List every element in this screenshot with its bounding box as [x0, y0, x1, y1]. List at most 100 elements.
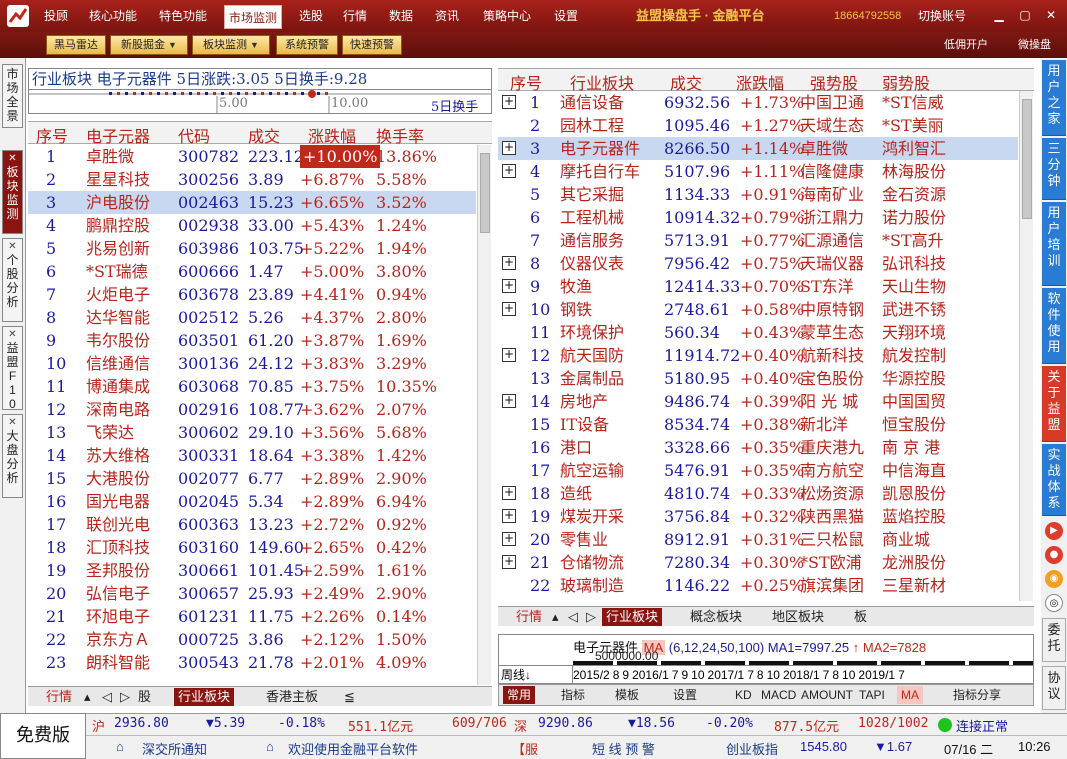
tab-user-home[interactable]: 用 户 之 家 — [1042, 60, 1066, 136]
kline-panel[interactable]: 电子元器件 MA (6,12,24,50,100) MA1=7997.25 ↑ … — [498, 634, 1034, 684]
table-row[interactable]: +8 仪器仪表 7956.42 +0.75% 天瑞仪器 弘讯科技 — [498, 252, 1018, 275]
col-change[interactable]: 涨跌幅 — [308, 123, 356, 147]
tool-template[interactable]: 模板 — [611, 686, 643, 704]
table-row[interactable]: +20 零售业 8912.91 +0.31% 三只松鼠 商业城 — [498, 528, 1018, 551]
table-row[interactable]: 16 国光电器 002045 5.34 +2.89% 6.94% — [28, 490, 476, 513]
notice-link[interactable]: 深交所通知 — [142, 739, 207, 758]
table-row[interactable]: 17 联创光电 600363 13.23 +2.72% 0.92% — [28, 513, 476, 536]
table-row[interactable]: 13 飞荣达 300602 29.10 +3.56% 5.68% — [28, 421, 476, 444]
table-row[interactable]: 5 其它采掘 1134.33 +0.91% 海南矿业 金石资源 — [498, 183, 1018, 206]
table-row[interactable]: +21 仓储物流 7280.34 +0.30% *ST欧浦 龙洲股份 — [498, 551, 1018, 574]
table-row[interactable]: 14 苏大维格 300331 18.64 +3.38% 1.42% — [28, 444, 476, 467]
col-code[interactable]: 代码 — [178, 123, 210, 147]
tab-user-training[interactable]: 用 户 培 训 — [1042, 202, 1066, 286]
table-row[interactable]: 11 环境保护 560.34 +0.43% 蒙草生态 天翔环境 — [498, 321, 1018, 344]
service-text[interactable]: 【服 — [512, 739, 538, 758]
short-alert[interactable]: 短 线 预 警 — [592, 739, 655, 758]
gem-index[interactable]: 1545.80 — [800, 739, 847, 754]
tab-f10[interactable]: ✕ 益 盟 F 1 0 — [2, 326, 23, 411]
col-index[interactable]: 序号 — [36, 123, 68, 147]
menu-item-8[interactable]: 策略中心 — [476, 0, 538, 32]
expand-icon[interactable]: + — [502, 394, 516, 408]
table-row[interactable]: 2 园林工程 1095.46 +1.27% 天域生态 *ST美丽 — [498, 114, 1018, 137]
micro-trade-link[interactable]: 微操盘 — [1018, 32, 1051, 58]
table-row[interactable]: 6 工程机械 10914.32 +0.79% 浙江鼎力 诺力股份 — [498, 206, 1018, 229]
expand-icon[interactable]: + — [502, 279, 516, 293]
tab-order[interactable]: 委 托 — [1042, 618, 1066, 662]
expand-icon[interactable]: + — [502, 532, 516, 546]
arrow-down-icon[interactable]: ▴ — [80, 688, 95, 706]
close-icon[interactable]: ✕ — [3, 329, 22, 341]
tab-more[interactable]: ≦ — [340, 688, 359, 706]
arrow-left-icon[interactable]: ◁ — [564, 608, 582, 626]
right-scrollbar[interactable] — [1019, 91, 1033, 601]
tool-ma[interactable]: MA — [897, 686, 923, 704]
close-icon[interactable]: ✕ — [3, 417, 22, 429]
table-row[interactable]: 11 博通集成 603068 70.85 +3.75% 10.35% — [28, 375, 476, 398]
tool-kd[interactable]: KD — [731, 686, 756, 704]
tab-market-analysis[interactable]: ✕ 大 盘 分 析 — [2, 414, 23, 498]
menu-item-5[interactable]: 行情 — [338, 0, 372, 32]
table-row[interactable]: +19 煤炭开采 3756.84 +0.32% 陕西黑猫 蓝焰控股 — [498, 505, 1018, 528]
table-row[interactable]: +18 造纸 4810.74 +0.33% 松炀资源 凯恩股份 — [498, 482, 1018, 505]
col-name[interactable]: 电子元器 — [86, 123, 150, 147]
menu-item-2[interactable]: 特色功能 — [154, 0, 212, 32]
sz-index[interactable]: 9290.86 — [538, 716, 593, 731]
tab-region[interactable]: 地区板块 — [768, 608, 828, 626]
left-scrollbar[interactable] — [477, 145, 491, 685]
system-alert-button[interactable]: 系统预警 — [276, 35, 338, 55]
table-row[interactable]: +12 航天国防 11914.72 +0.40% 航新科技 航发控制 — [498, 344, 1018, 367]
tool-common[interactable]: 常用 — [503, 686, 536, 704]
menu-item-0[interactable]: 投顾 — [36, 0, 76, 32]
tool-macd[interactable]: MACD — [757, 686, 800, 704]
table-row[interactable]: 23 朗科智能 300543 21.78 +2.01% 4.09% — [28, 651, 476, 674]
table-row[interactable]: 22 京东方Ａ 000725 3.86 +2.12% 1.50% — [28, 628, 476, 651]
tool-tapi[interactable]: TAPI — [855, 686, 889, 704]
table-row[interactable]: 22 玻璃制造 1146.22 +0.25% 旗滨集团 三星新材 — [498, 574, 1018, 597]
expand-icon[interactable]: + — [502, 348, 516, 362]
arrow-right-icon[interactable]: ▷ — [116, 688, 134, 706]
tab-about[interactable]: 关 于 益 盟 — [1042, 366, 1066, 442]
expand-icon[interactable]: + — [502, 509, 516, 523]
expand-icon[interactable]: + — [502, 164, 516, 178]
expand-icon[interactable]: + — [502, 256, 516, 270]
expand-icon[interactable]: + — [502, 141, 516, 155]
table-row[interactable]: 12 深南电路 002916 108.77 +3.62% 2.07% — [28, 398, 476, 421]
tab-quotes[interactable]: 行情 — [42, 688, 76, 706]
expand-icon[interactable]: + — [502, 555, 516, 569]
table-row[interactable]: 10 信维通信 300136 24.12 +3.83% 3.29% — [28, 352, 476, 375]
table-row[interactable]: 2 星星科技 300256 3.89 +6.87% 5.58% — [28, 168, 476, 191]
sh-index[interactable]: 2936.80 — [114, 716, 169, 731]
tool-share[interactable]: 指标分享 — [949, 686, 1005, 704]
black-horse-radar-button[interactable]: 黑马雷达 — [46, 35, 106, 55]
expand-icon[interactable]: + — [502, 302, 516, 316]
low-commission-link[interactable]: 低佣开户 — [944, 32, 988, 58]
tool-amount[interactable]: AMOUNT — [797, 686, 857, 704]
tab-market-overview[interactable]: 市 场 全 景 — [2, 64, 23, 128]
tool-settings[interactable]: 设置 — [669, 686, 701, 704]
tab-more[interactable]: 板 — [850, 608, 871, 626]
tab-industry[interactable]: 行业板块 — [602, 608, 663, 626]
table-row[interactable]: 8 达华智能 002512 5.26 +4.37% 2.80% — [28, 306, 476, 329]
tab-three-minutes[interactable]: 三 分 钟 — [1042, 138, 1066, 200]
table-row[interactable]: 3 沪电股份 002463 15.23 +6.65% 3.52% — [28, 191, 476, 214]
sector-monitor-button[interactable]: 板块监测 ▼ — [192, 35, 270, 55]
close-icon[interactable]: ✕ — [3, 241, 22, 253]
quick-alert-button[interactable]: 快速预警 — [342, 35, 402, 55]
table-row[interactable]: 16 港口 3328.66 +0.35% 重庆港九南 京 港 — [498, 436, 1018, 459]
table-row[interactable]: +9 牧渔 12414.33 +0.70% ST东洋 天山生物 — [498, 275, 1018, 298]
table-row[interactable]: 13 金属制品 5180.95 +0.40% 宝色股份 华源控股 — [498, 367, 1018, 390]
table-row[interactable]: 1 卓胜微 300782 223.12 +10.00% 13.86% — [28, 145, 476, 168]
table-row[interactable]: 6 *ST瑞德 600666 1.47 +5.00% 3.80% — [28, 260, 476, 283]
table-row[interactable]: 21 环旭电子 601231 11.75 +2.26% 0.14% — [28, 605, 476, 628]
switch-account-link[interactable]: 切换账号 — [918, 0, 966, 32]
tab-industry[interactable]: 行业板块 — [174, 688, 235, 706]
tab-sector-monitor[interactable]: ✕ 板 块 监 测 — [2, 150, 23, 234]
camera-icon[interactable]: ◎ — [1045, 594, 1063, 612]
tab-stock-analysis[interactable]: ✕ 个 股 分 析 — [2, 238, 23, 322]
expand-icon[interactable]: + — [502, 486, 516, 500]
close-icon[interactable]: ✕ — [3, 153, 22, 165]
table-row[interactable]: 5 兆易创新 603986 103.75 +5.22% 1.94% — [28, 237, 476, 260]
menu-item-1[interactable]: 核心功能 — [84, 0, 142, 32]
close-icon[interactable]: ✕ — [1044, 8, 1058, 22]
